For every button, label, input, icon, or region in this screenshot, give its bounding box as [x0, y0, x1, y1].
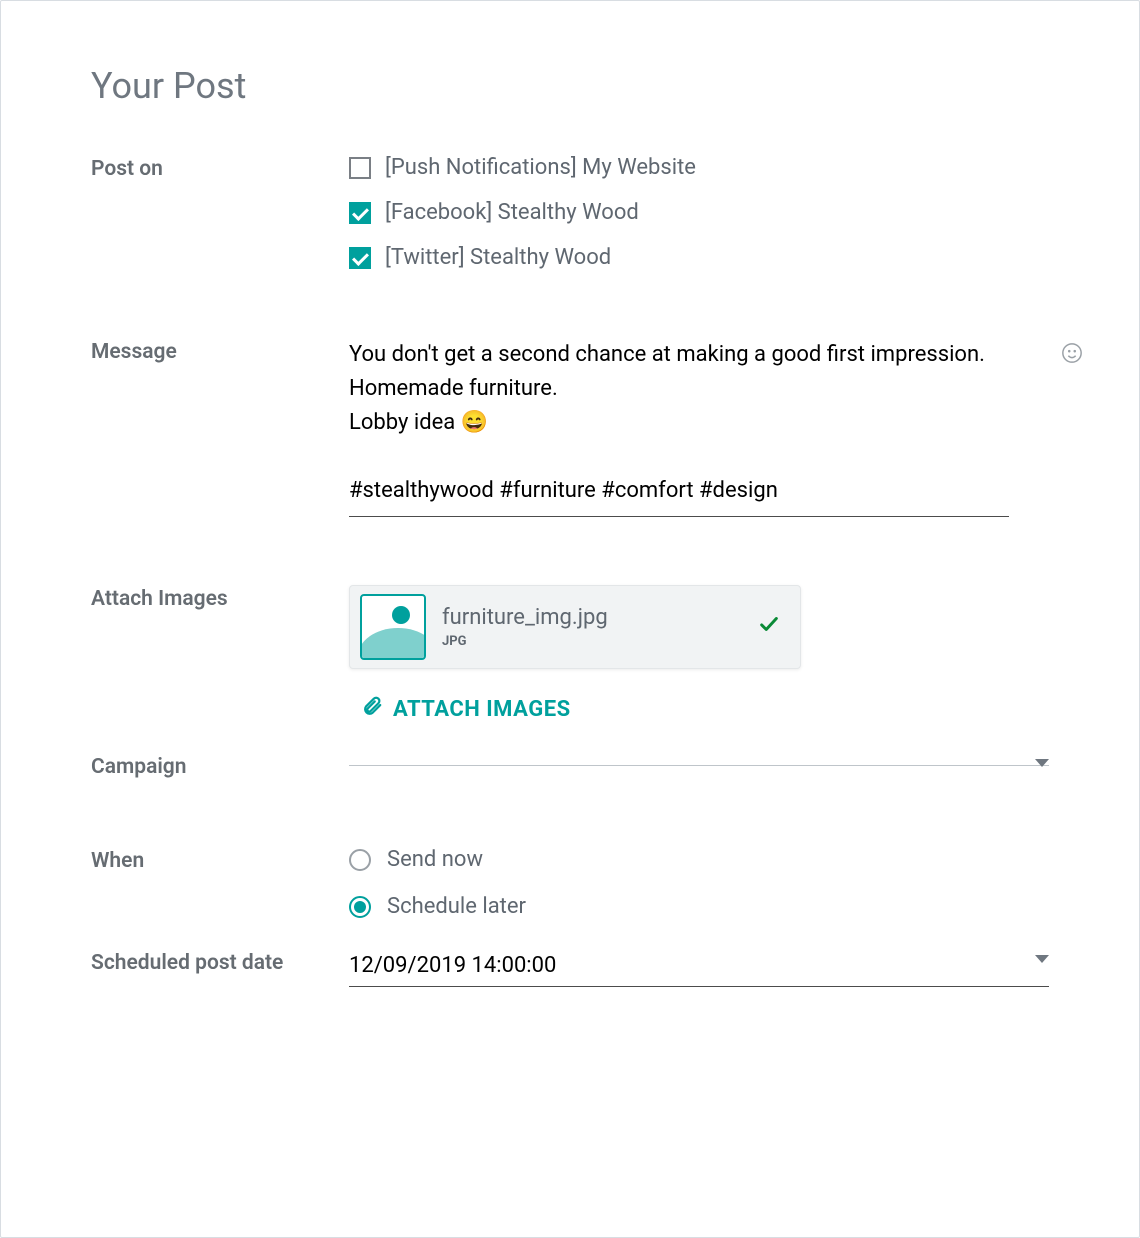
message-textarea[interactable]: You don't get a second chance at making … — [349, 338, 1009, 517]
attachment-card[interactable]: furniture_img.jpg JPG — [349, 585, 801, 669]
attach-images-label: ATTACH IMAGES — [393, 697, 571, 722]
attachment-meta: furniture_img.jpg JPG — [442, 605, 742, 649]
label-attach-images: Attach Images — [91, 585, 349, 611]
chevron-down-icon[interactable] — [1035, 955, 1049, 963]
checkbox-label: [Push Notifications] My Website — [385, 155, 696, 180]
label-scheduled-date: Scheduled post date — [91, 949, 349, 975]
row-message: Message You don't get a second chance at… — [91, 338, 1049, 517]
radio-label: Schedule later — [387, 894, 526, 919]
attachment-thumbnail — [360, 594, 426, 660]
radio-label: Send now — [387, 847, 483, 872]
radio-send-now[interactable] — [349, 849, 371, 871]
checkbox-twitter[interactable] — [349, 247, 371, 269]
attachment-filetype: JPG — [442, 634, 742, 649]
when-option[interactable]: Send now — [349, 847, 1049, 872]
when-option[interactable]: Schedule later — [349, 894, 1049, 919]
attach-images-button[interactable]: ATTACH IMAGES — [361, 695, 571, 723]
paperclip-icon — [361, 695, 383, 723]
row-when: When Send now Schedule later — [91, 847, 1049, 919]
attachment-filename: furniture_img.jpg — [442, 605, 742, 630]
row-scheduled-date: Scheduled post date 12/09/2019 14:00:00 — [91, 949, 1049, 987]
page-title: Your Post — [91, 65, 1049, 107]
label-post-on: Post on — [91, 155, 349, 181]
emoji-picker-icon[interactable] — [1061, 342, 1083, 364]
checkbox-label: [Twitter] Stealthy Wood — [385, 245, 611, 270]
post-on-options: [Push Notifications] My Website [Faceboo… — [349, 155, 1049, 270]
label-message: Message — [91, 338, 349, 364]
row-post-on: Post on [Push Notifications] My Website … — [91, 155, 1049, 270]
row-campaign: Campaign — [91, 753, 1049, 779]
post-on-option[interactable]: [Push Notifications] My Website — [349, 155, 1049, 180]
post-on-option[interactable]: [Twitter] Stealthy Wood — [349, 245, 1049, 270]
campaign-select[interactable] — [349, 753, 1049, 766]
checkbox-push-notifications[interactable] — [349, 157, 371, 179]
radio-schedule-later[interactable] — [349, 896, 371, 918]
label-when: When — [91, 847, 349, 873]
chevron-down-icon[interactable] — [1035, 759, 1049, 767]
label-campaign: Campaign — [91, 753, 349, 779]
check-icon — [758, 613, 780, 641]
post-on-option[interactable]: [Facebook] Stealthy Wood — [349, 200, 1049, 225]
scheduled-date-input[interactable]: 12/09/2019 14:00:00 — [349, 949, 1049, 987]
row-attach-images: Attach Images furniture_img.jpg JPG ATTA — [91, 585, 1049, 723]
checkbox-label: [Facebook] Stealthy Wood — [385, 200, 639, 225]
post-form-panel: Your Post Post on [Push Notifications] M… — [0, 0, 1140, 1238]
checkbox-facebook[interactable] — [349, 202, 371, 224]
